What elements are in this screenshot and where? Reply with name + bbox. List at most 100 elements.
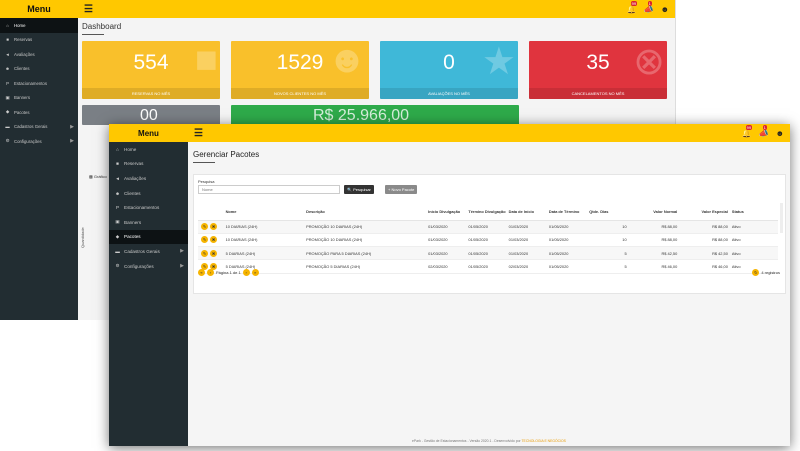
delete-icon[interactable]: ✖ (210, 236, 217, 244)
sidebar-item-clientes[interactable]: ☻ Clientes (109, 186, 188, 201)
chevron-right-icon: ▶ (180, 248, 184, 255)
column-header[interactable]: Data de Início (508, 203, 549, 221)
stat-cards: ■ 554 RESERVAS NO MÊS ☻ 1529 NOVOS CLIENTES N… (82, 41, 671, 99)
sidebar-item-label: Avaliações (124, 175, 147, 181)
table-row[interactable]: ✎ ✖ 5 DIARIAS (24H) PROMOÇÃO PARA 5 DIARIAS… (198, 246, 778, 261)
sidebar-item-pacotes[interactable]: ◆ Pacotes (0, 105, 78, 120)
sidebar-item-cadastros-gerais[interactable]: ▬ Cadastros Gerais ▶ (0, 120, 78, 135)
hamburger-icon[interactable]: ☰ (194, 128, 203, 139)
footer-text: ePark - Gestão de Estacionamentos - Vers… (412, 439, 522, 443)
search-label: Pesquisa (198, 179, 215, 184)
search-input[interactable]: Nome (198, 185, 340, 194)
sidebar-item-cadastros-gerais[interactable]: ▬ Cadastros Gerais ▶ (109, 244, 188, 259)
table-cell: R$ 88,00 (681, 233, 732, 248)
megaphone-badge: 1 (647, 0, 652, 6)
parking-icon: P (6, 80, 9, 86)
sidebar-item-label: Pacotes (124, 234, 141, 240)
search-button-label: Pesquisar (353, 187, 371, 192)
megaphone-badge: 1 (762, 124, 767, 130)
sidebar-item-label: Avaliações (14, 51, 35, 57)
table-cell: 01/05/2020 (468, 233, 509, 248)
delete-icon[interactable]: ✖ (210, 223, 217, 231)
column-header[interactable]: Status (731, 203, 778, 221)
sidebar-item-label: Cadastros Gerais (124, 248, 160, 254)
stat-cards-row2: 00 R$ 25.966,00 (82, 105, 671, 125)
stat-card-label: AVALIAÇÕES NO MÊS (380, 88, 518, 99)
table-cell: PROMOÇÃO 10 DIARIAS (24H) (306, 220, 429, 234)
refresh-icon[interactable]: ↻ (752, 269, 760, 276)
column-header[interactable]: Início Divulgação (428, 203, 469, 221)
last-page-button[interactable]: » (251, 269, 259, 276)
sidebar-item-home[interactable]: ⌂ Home (0, 18, 78, 33)
edit-icon[interactable]: ✎ (201, 223, 208, 231)
footer-link[interactable]: TECNOLOGIA E NEGÓCIOS (521, 439, 565, 443)
stat-card[interactable]: ⊗ 35 CANCELAMENTOS NO MÊS (529, 41, 667, 99)
sidebar-item-estacionamentos[interactable]: P Estacionamentos (0, 76, 78, 91)
hamburger-icon[interactable]: ☰ (84, 4, 93, 15)
footer: ePark - Gestão de Estacionamentos - Vers… (188, 436, 790, 446)
table-cell: 10 (589, 220, 631, 234)
home-icon: ⌂ (6, 22, 9, 28)
edit-icon[interactable]: ✎ (201, 249, 208, 257)
packages-table: Nome Descrição Início Divulgação Término Di… (198, 203, 778, 274)
column-header[interactable]: Término Divulgação (468, 203, 509, 221)
stat-card[interactable]: ■ 554 RESERVAS NO MÊS (82, 41, 220, 99)
sidebar-item-banners[interactable]: ▣ Banners (0, 91, 78, 106)
prev-page-button[interactable]: ‹ (207, 269, 214, 276)
sidebar-item-home[interactable]: ⌂ Home (109, 142, 188, 157)
stat-card[interactable]: ☻ 1529 NOVOS CLIENTES NO MÊS (231, 41, 369, 99)
sidebar-item-pacotes[interactable]: ◆ Pacotes (109, 229, 188, 245)
table-cell: R$ 46,00 (630, 259, 682, 274)
column-header[interactable]: Valor Especial (681, 203, 732, 221)
sidebar-item-reservas[interactable]: ■ Reservas (0, 33, 78, 48)
notification-bell-icon[interactable]: 🔔 99 (627, 0, 638, 14)
sidebar-item-label: Estacionamentos (124, 205, 160, 211)
stat-card[interactable]: ★ 0 AVALIAÇÕES NO MÊS (380, 41, 518, 99)
sidebar-item-label: Reservas (14, 37, 33, 43)
sidebar-item-clientes[interactable]: ☻ Clientes (0, 62, 78, 77)
table-scrollbar[interactable] (780, 203, 783, 233)
sidebar-item-estacionamentos[interactable]: P Estacionamentos (109, 200, 188, 215)
notification-bell-icon[interactable]: 🔔 99 (742, 124, 753, 138)
table-cell: 01/05/2020 (468, 259, 509, 274)
first-page-button[interactable]: « (198, 269, 205, 276)
column-header[interactable]: Nome (225, 203, 307, 221)
edit-icon[interactable]: ✎ (201, 236, 208, 244)
records-count: ↻ 4 registros (752, 269, 780, 276)
menu-brand: Menu (0, 0, 78, 18)
table-row[interactable]: ✎ ✖ 10 DIARIAS (24H) PROMOÇÃO 10 DIARIAS (2… (198, 220, 778, 234)
user-icon[interactable]: ☻ (661, 5, 669, 14)
sidebar-item-banners[interactable]: ▣ Banners (109, 215, 188, 230)
sidebar-item-avalia-es[interactable]: ◄ Avaliações (0, 47, 78, 62)
table-cell: 01/03/2020 (508, 246, 549, 261)
table-row[interactable]: ✎ ✖ 5 DIARIAS (24H) PROMOÇÃO 5 DIARIAS (24H… (198, 259, 778, 274)
folder-icon: ▬ (5, 124, 10, 130)
megaphone-icon[interactable]: 📣 1 (644, 0, 654, 14)
next-page-button[interactable]: › (242, 269, 250, 276)
table-body: ✎ ✖ 10 DIARIAS (24H) PROMOÇÃO 10 DIARIAS (2… (198, 220, 778, 274)
delete-icon[interactable]: ✖ (210, 249, 217, 257)
search-button[interactable]: 🔍 Pesquisar (344, 185, 374, 194)
column-header[interactable]: Descrição (306, 203, 429, 221)
sidebar-item-configura-es[interactable]: ⚙ Configurações ▶ (0, 134, 78, 149)
table-cell: 02/03/2020 (508, 259, 549, 274)
table-row[interactable]: ✎ ✖ 10 DIARIAS (24H) PROMOÇÃO 10 DIARIAS (2… (198, 233, 778, 248)
sidebar-item-configura-es[interactable]: ⚙ Configurações ▶ (109, 259, 188, 274)
column-header[interactable]: Qtde. Dias (589, 203, 631, 221)
table-cell: 01/05/2020 (548, 246, 590, 261)
chart-label: ▩ Gráfico (89, 174, 107, 179)
sidebar-item-reservas[interactable]: ■ Reservas (109, 157, 188, 172)
column-header[interactable]: Data de Término (548, 203, 590, 221)
stat-card-gray: 00 (82, 105, 220, 125)
user-icon[interactable]: ☻ (776, 129, 784, 138)
row-actions: ✎ ✖ (198, 233, 226, 248)
top-bar: ☰ 🔔 99 📣 1 ☻ (78, 0, 675, 18)
stat-card-value: 1529 (276, 51, 324, 74)
sidebar-item-avalia-es[interactable]: ◄ Avaliações (109, 171, 188, 186)
column-header[interactable]: Valor Normal (630, 203, 682, 221)
new-package-button[interactable]: + Novo Pacote (385, 185, 418, 194)
megaphone-icon[interactable]: 📣 1 (759, 124, 769, 138)
table-cell: 01/05/2020 (548, 220, 590, 234)
table-cell: Ativo (731, 233, 778, 248)
table-cell: 01/03/2020 (508, 233, 549, 248)
